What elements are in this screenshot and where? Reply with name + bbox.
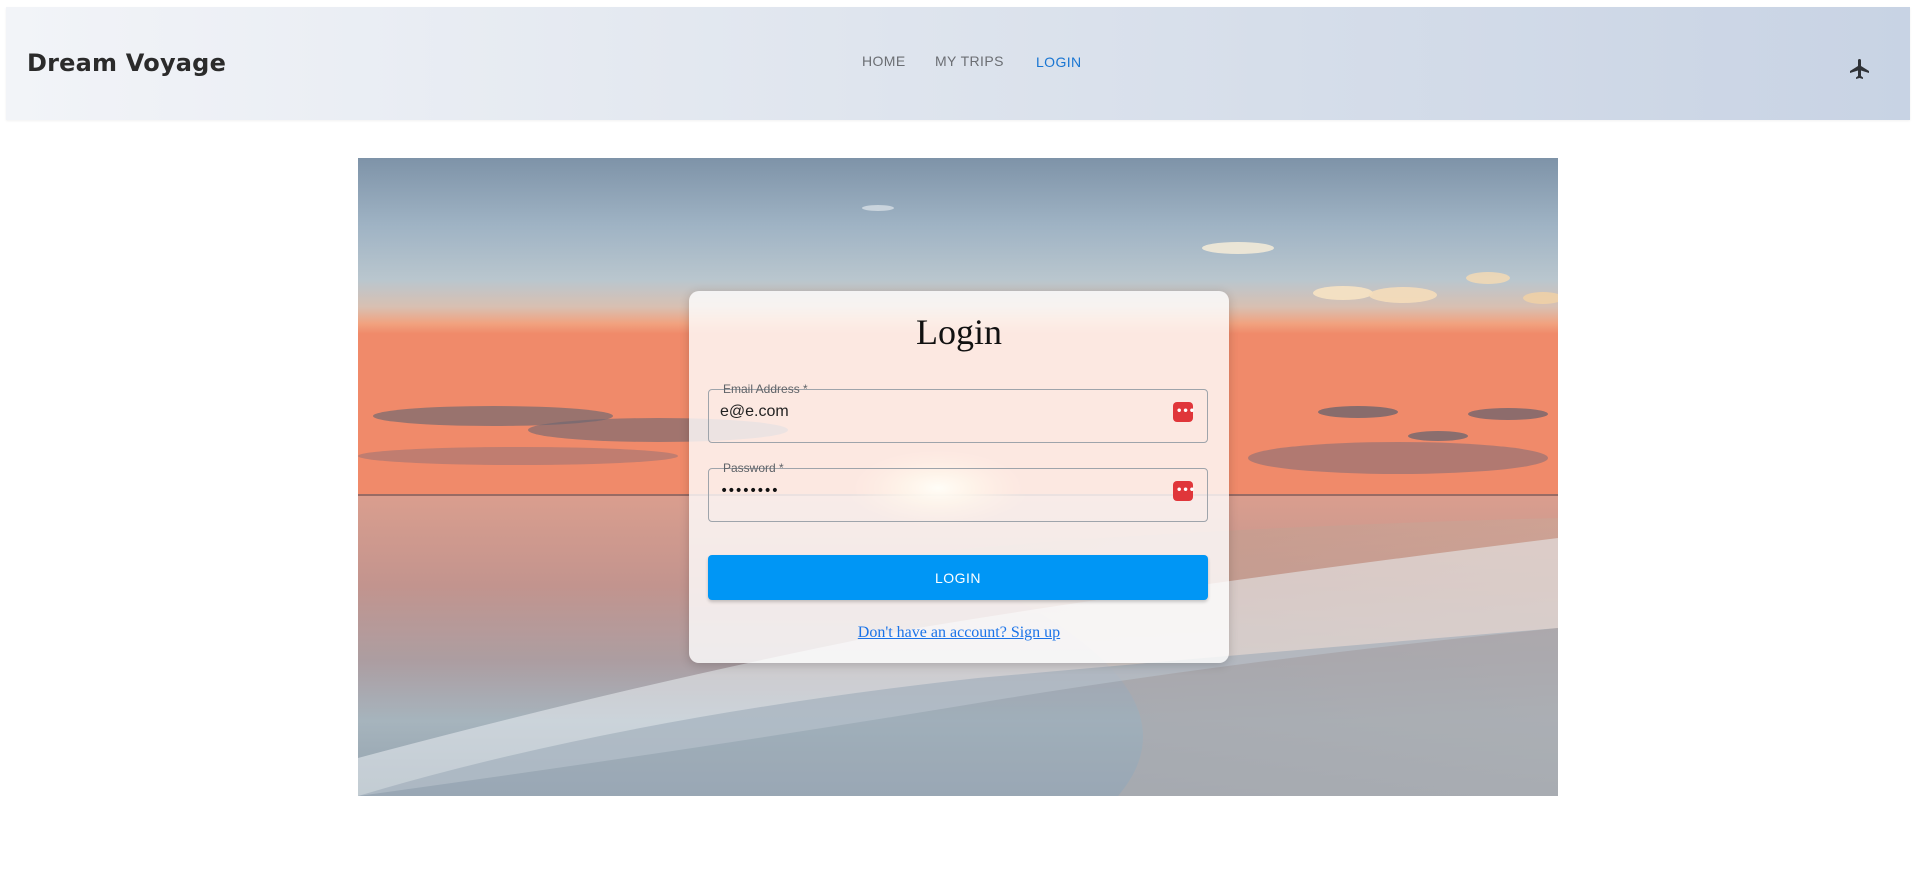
email-field-label: Email Address * (723, 382, 808, 396)
nav-home-link[interactable]: HOME (862, 53, 906, 69)
password-field[interactable]: Password * •••••••• ••• (708, 461, 1208, 522)
password-field-label: Password * (723, 461, 784, 475)
password-manager-icon[interactable]: ••• (1173, 402, 1195, 422)
brand-logo[interactable]: Dream Voyage (27, 49, 226, 77)
top-navbar: Dream Voyage HOME MY TRIPS LOGIN (6, 7, 1910, 120)
signup-link[interactable]: Don't have an account? Sign up (689, 624, 1229, 642)
password-input-value[interactable]: •••••••• (720, 483, 779, 499)
password-manager-icon[interactable]: ••• (1173, 481, 1195, 501)
login-button[interactable]: LOGIN (708, 555, 1208, 600)
nav-login-link[interactable]: LOGIN (1036, 54, 1082, 70)
nav-my-trips-link[interactable]: MY TRIPS (935, 53, 1004, 69)
hero-background: Login Email Address * e@e.com ••• Passwo… (358, 158, 1558, 796)
login-card: Login Email Address * e@e.com ••• Passwo… (689, 291, 1229, 663)
email-field[interactable]: Email Address * e@e.com ••• (708, 382, 1208, 443)
email-input-value[interactable]: e@e.com (720, 403, 789, 421)
airplane-icon[interactable] (1848, 57, 1872, 81)
login-title: Login (916, 312, 1002, 352)
